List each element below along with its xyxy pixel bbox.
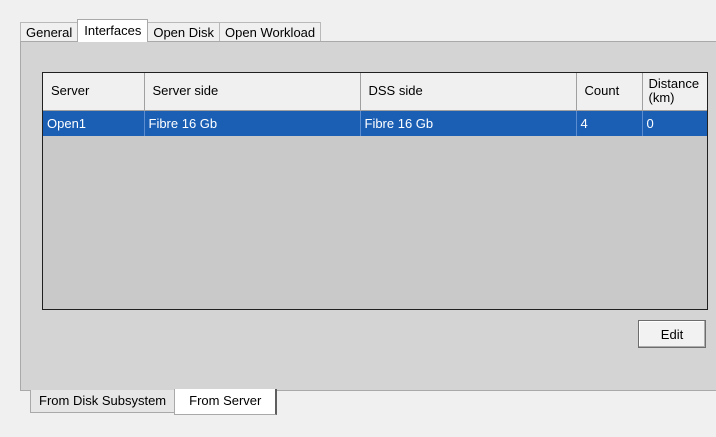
interfaces-grid: Server Server side DSS side Count Distan…: [42, 72, 708, 310]
edit-button[interactable]: Edit: [638, 320, 706, 348]
cell-dss-side: Fibre 16 Gb: [360, 110, 577, 136]
interfaces-table: Server Server side DSS side Count Distan…: [43, 73, 707, 136]
tab-from-server[interactable]: From Server: [174, 389, 278, 415]
tab-open-workload[interactable]: Open Workload: [219, 22, 322, 42]
tab-open-disk[interactable]: Open Disk: [147, 22, 221, 42]
interfaces-panel: Server Server side DSS side Count Distan…: [20, 41, 716, 391]
cell-distance: 0: [642, 110, 707, 136]
table-header-row: Server Server side DSS side Count Distan…: [43, 73, 707, 111]
column-header-server[interactable]: Server: [43, 73, 145, 111]
column-header-dss-side[interactable]: DSS side: [360, 73, 577, 111]
cell-server-side: Fibre 16 Gb: [144, 110, 361, 136]
tab-interfaces[interactable]: Interfaces: [77, 19, 149, 42]
table-row[interactable]: Open1 Fibre 16 Gb Fibre 16 Gb 4 0: [43, 110, 707, 136]
column-header-count[interactable]: Count: [576, 73, 643, 111]
cell-count: 4: [576, 110, 643, 136]
tab-from-disk-subsystem[interactable]: From Disk Subsystem: [30, 390, 176, 413]
column-header-server-side[interactable]: Server side: [144, 73, 361, 111]
bottom-tab-strip: From Disk Subsystem From Server: [30, 389, 278, 416]
column-header-distance[interactable]: Distance (km): [642, 73, 707, 111]
top-tab-strip: General Interfaces Open Disk Open Worklo…: [20, 19, 322, 42]
cell-server: Open1: [43, 110, 145, 136]
tab-general[interactable]: General: [20, 22, 79, 42]
